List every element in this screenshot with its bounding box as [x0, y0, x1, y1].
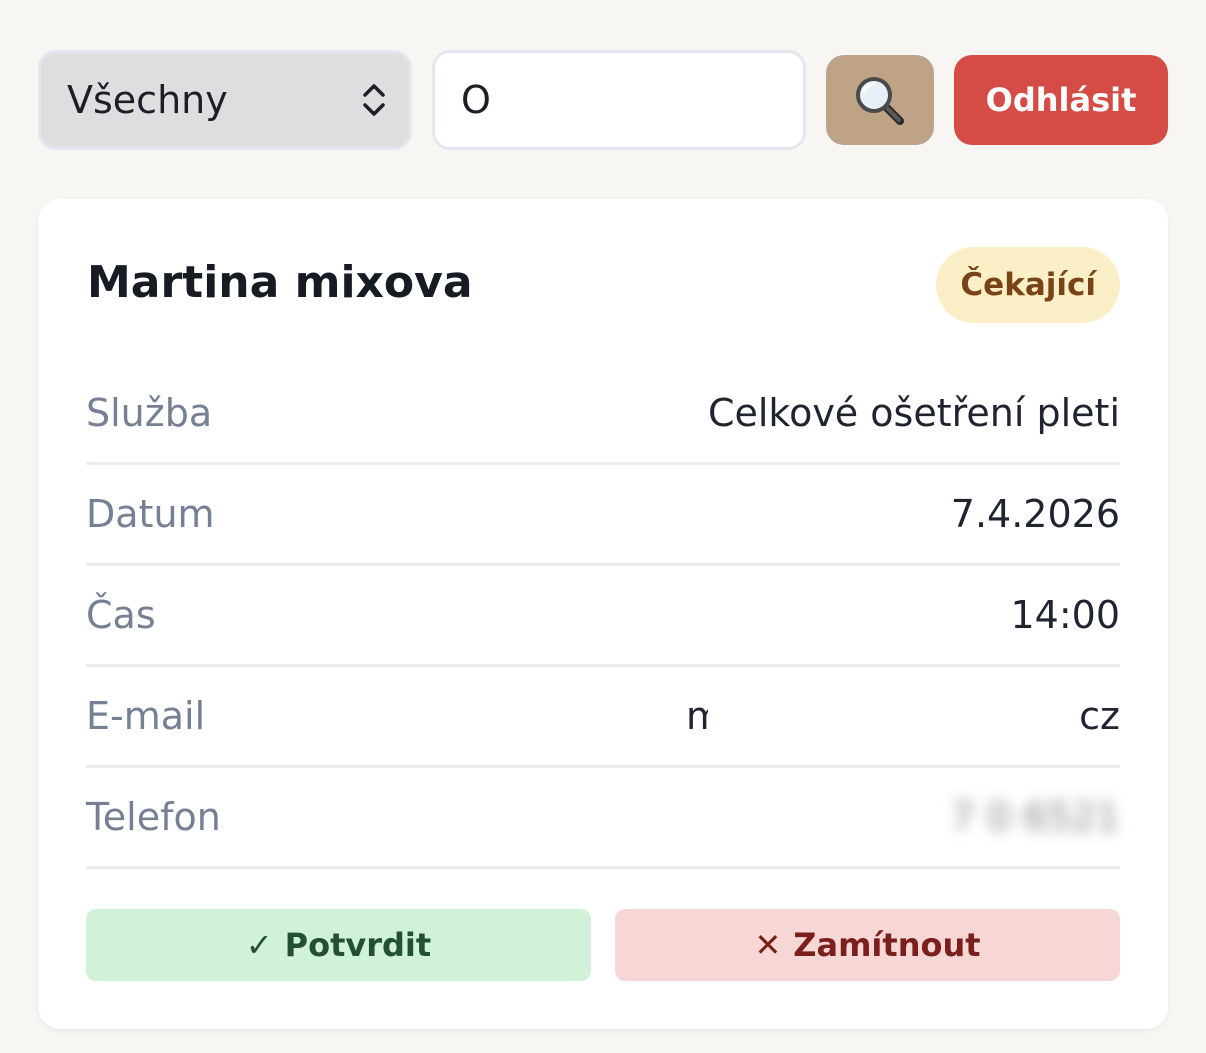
reservation-details: Služba Celkové ošetření pleti Datum 7.4.…	[86, 364, 1120, 869]
logout-button[interactable]: Odhlásit	[954, 55, 1168, 145]
service-label: Služba	[86, 391, 213, 435]
reject-label: Zamítnout	[793, 926, 981, 964]
confirm-label: Potvrdit	[284, 926, 432, 964]
detail-row-phone: Telefon 7 0 6521	[86, 768, 1120, 869]
date-value: 7.4.2026	[950, 492, 1120, 536]
search-input[interactable]	[432, 50, 806, 150]
status-filter-select[interactable]: Všechny	[38, 50, 412, 150]
reject-button[interactable]: ✕ Zamítnout	[615, 909, 1120, 981]
email-label: E-mail	[86, 694, 206, 738]
detail-row-email: E-mail m cz x	[86, 667, 1120, 768]
phone-label: Telefon	[86, 795, 221, 839]
search-button[interactable]	[826, 55, 934, 145]
close-icon: ✕	[754, 926, 782, 964]
date-label: Datum	[86, 492, 215, 536]
detail-row-service: Služba Celkové ošetření pleti	[86, 364, 1120, 465]
time-label: Čas	[86, 593, 156, 637]
chevron-up-down-icon	[363, 84, 385, 116]
confirm-button[interactable]: ✓ Potvrdit	[86, 909, 591, 981]
email-redacted-blur	[708, 692, 1080, 740]
detail-row-date: Datum 7.4.2026	[86, 465, 1120, 566]
status-badge: Čekající	[936, 247, 1120, 323]
toolbar: Všechny Odhlásit	[38, 50, 1168, 150]
email-value: m cz x	[686, 692, 1120, 740]
time-value: 14:00	[1010, 593, 1120, 637]
reservation-card: Martina mixova Čekající Služba Celkové o…	[38, 199, 1168, 1029]
magnifier-icon	[856, 77, 904, 125]
phone-value: 7 0 6521	[950, 795, 1120, 839]
status-filter-value: Všechny	[67, 78, 228, 122]
customer-name: Martina mixova	[87, 257, 473, 308]
check-icon: ✓	[245, 926, 273, 964]
service-value: Celkové ošetření pleti	[707, 391, 1120, 435]
email-value-end: cz	[1079, 694, 1120, 738]
card-actions: ✓ Potvrdit ✕ Zamítnout	[86, 909, 1120, 981]
detail-row-time: Čas 14:00	[86, 566, 1120, 667]
